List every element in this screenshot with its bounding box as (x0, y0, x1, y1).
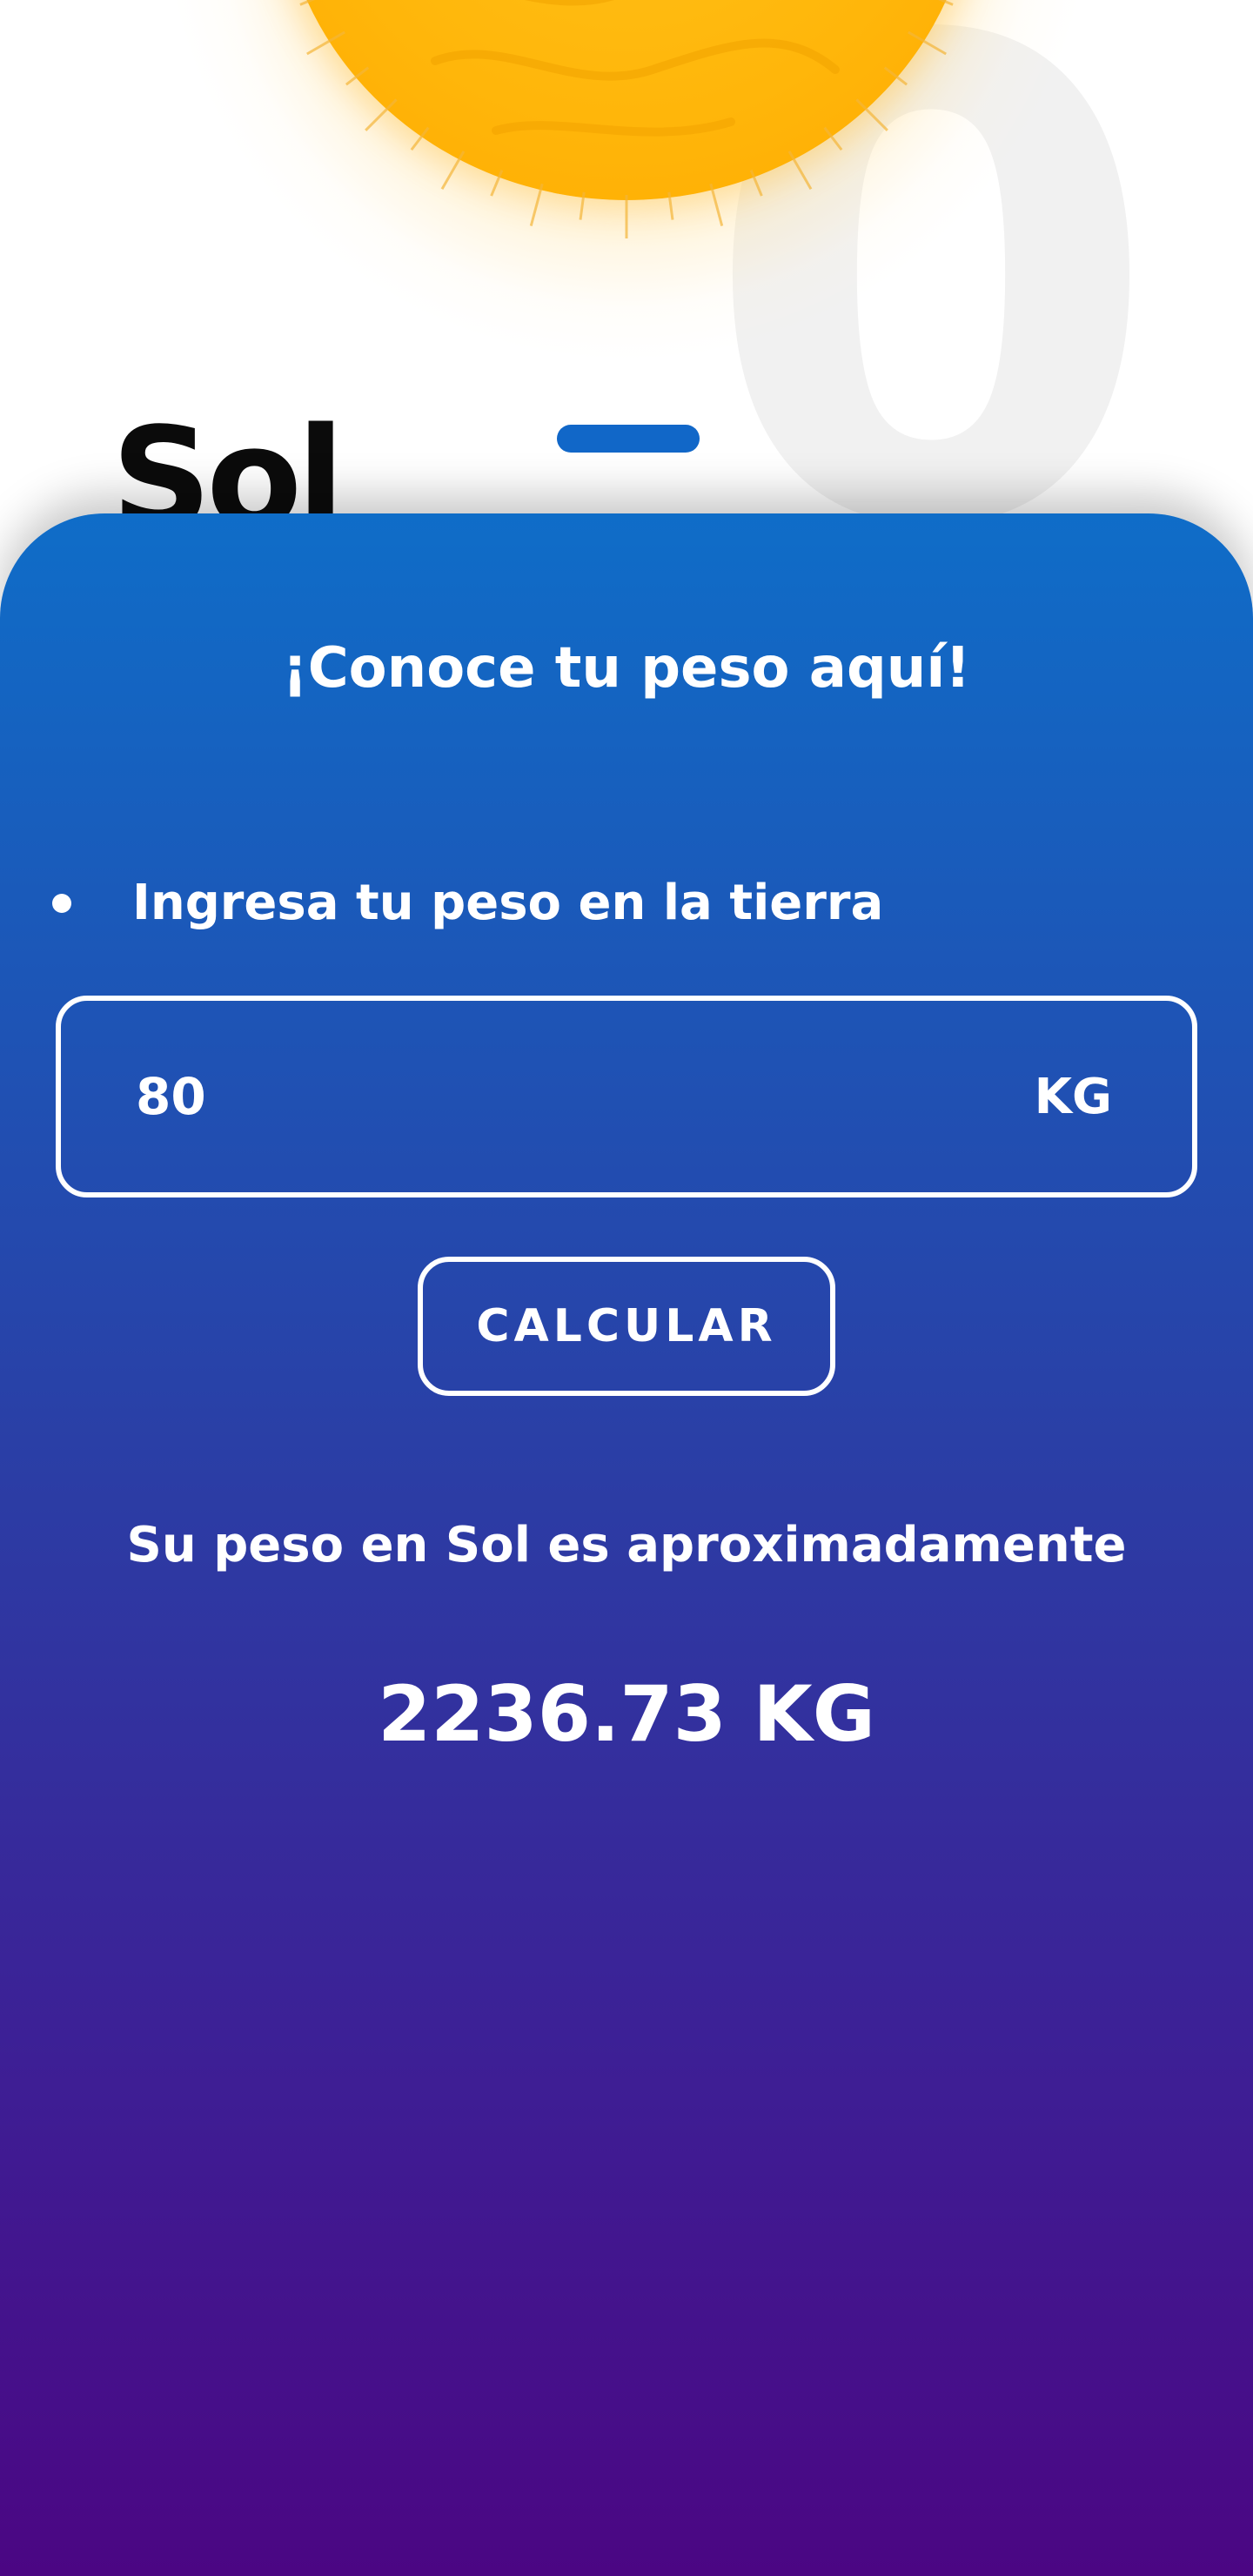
calculate-button[interactable]: CALCULAR (418, 1257, 835, 1396)
instruction-text: Ingresa tu peso en la tierra (132, 875, 884, 931)
sun-illustration (278, 0, 975, 238)
sun-texture-icon (299, 0, 954, 238)
weight-calculator-sheet: ¡Conoce tu peso aquí! Ingresa tu peso en… (0, 513, 1253, 2576)
sheet-title: ¡Conoce tu peso aquí! (282, 636, 971, 701)
result-value: 2236.73 KG (378, 1669, 875, 1759)
weight-unit-label: KG (1034, 1068, 1112, 1125)
result-label: Su peso en Sol es aproximadamente (126, 1517, 1127, 1573)
earth-weight-input[interactable] (136, 1067, 919, 1126)
bullet-icon (52, 894, 71, 913)
instruction: Ingresa tu peso en la tierra (52, 872, 883, 935)
earth-weight-field[interactable]: KG (56, 996, 1197, 1197)
sheet-drag-handle[interactable] (557, 425, 700, 453)
